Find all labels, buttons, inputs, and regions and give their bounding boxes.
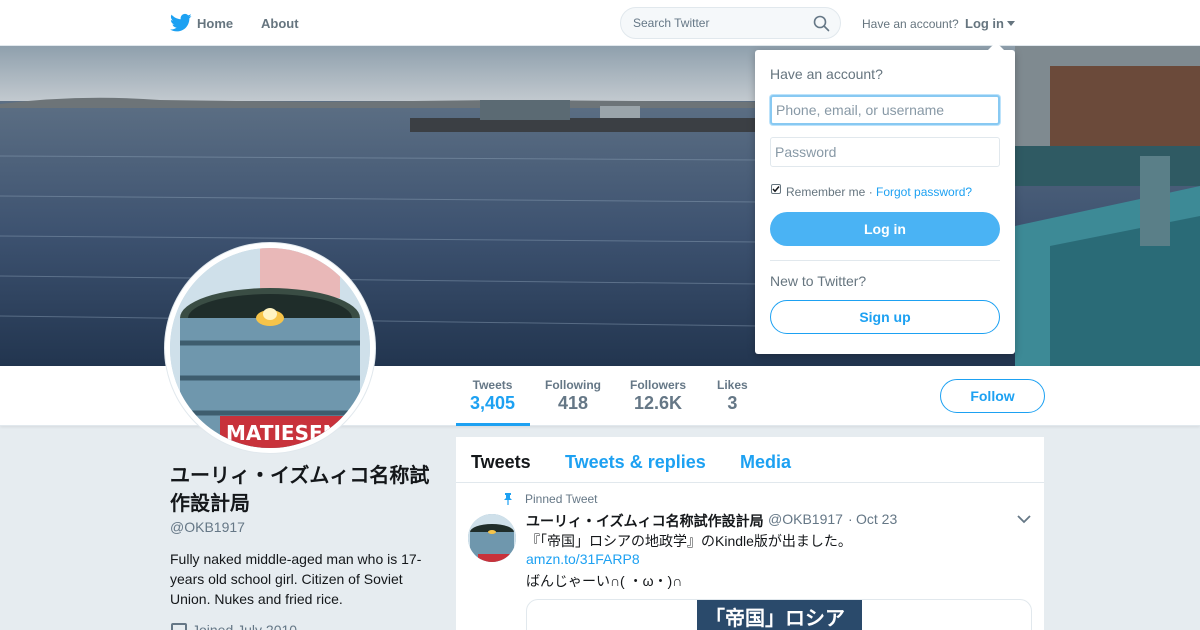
login-button[interactable]: Log in [770, 212, 1000, 246]
tab-tweets[interactable]: Tweets [471, 452, 531, 473]
stat-value: 12.6K [633, 393, 683, 413]
tweet-timestamp[interactable]: Oct 23 [856, 511, 897, 527]
signup-button[interactable]: Sign up [770, 300, 1000, 334]
profile-display-name[interactable]: ユーリィ・イズムィコ名称試作設計局 [170, 462, 440, 518]
stat-following[interactable]: Following 418 [545, 378, 601, 414]
remember-me-checkbox[interactable] [771, 184, 781, 194]
tweet-text: ばんじゃーい∩( ・ω・)∩ [526, 573, 683, 589]
stat-followers[interactable]: Followers 12.6K [630, 378, 686, 414]
tweet-link[interactable]: amzn.to/31FARP8 [526, 551, 640, 567]
forgot-password-link[interactable]: Forgot password? [876, 185, 972, 199]
tab-media[interactable]: Media [740, 452, 791, 473]
search-box [620, 7, 841, 39]
separator-dot: · [868, 185, 873, 199]
dropdown-arrow [988, 42, 1004, 50]
login-dropdown-title: Have an account? [770, 66, 883, 82]
stat-value: 3,405 [470, 393, 516, 413]
search-input[interactable] [633, 16, 803, 30]
tweet-text: 『「帝国」ロシアの地政学』のKindle版が出ました。 [526, 533, 852, 549]
profile-bio: Fully naked middle-aged man who is 17-ye… [170, 551, 422, 607]
username-field[interactable] [770, 95, 1000, 125]
have-account-text: Have an account? [862, 17, 959, 31]
calendar-icon [171, 623, 187, 630]
stat-value: 418 [557, 393, 589, 413]
profile-handle[interactable]: @OKB1917 [170, 519, 245, 535]
timeline: Tweets Tweets & replies Media Pinned Twe… [456, 437, 1044, 630]
tweet-separator: · [848, 511, 853, 527]
stat-label: Followers [630, 378, 687, 392]
avatar-barrel-text: MATIESEN [226, 421, 339, 445]
login-dropdown: Have an account? Remember me · Forgot pa… [755, 50, 1015, 354]
top-navigation-bar: Home About Have an account? Log in [0, 0, 1200, 46]
profile-avatar[interactable]: MATIESEN [165, 243, 375, 453]
remember-me-text: Remember me [786, 185, 866, 199]
stat-label: Following [545, 378, 601, 392]
stat-tweets[interactable]: Tweets 3,405 [470, 378, 515, 414]
stat-label: Tweets [472, 378, 513, 392]
tab-tweets-and-replies[interactable]: Tweets & replies [565, 452, 706, 473]
follow-button[interactable]: Follow [940, 379, 1045, 413]
tweet-media-card[interactable]: 「帝国」ロシアの [526, 599, 1032, 630]
tweet-author-name[interactable]: ユーリィ・イズムィコ名称試作設計局 [526, 511, 764, 531]
new-to-twitter-text: New to Twitter? [770, 273, 867, 289]
pinned-tweet-label: Pinned Tweet [525, 492, 598, 506]
active-stat-indicator [456, 423, 530, 426]
caret-down-icon[interactable] [1007, 21, 1015, 26]
tweet-author-handle[interactable]: @OKB1917 [768, 511, 843, 527]
search-icon[interactable] [813, 15, 830, 32]
pin-icon [504, 493, 512, 505]
stat-label: Likes [717, 378, 748, 392]
joined-date: Joined July 2010 [192, 622, 298, 630]
nav-about-link[interactable]: About [261, 16, 299, 31]
tweet-author-avatar[interactable] [468, 514, 516, 562]
chevron-down-icon[interactable] [1017, 514, 1031, 524]
stat-value: 3 [727, 393, 738, 413]
timeline-tabs: Tweets Tweets & replies Media [456, 437, 1044, 483]
stat-likes[interactable]: Likes 3 [717, 378, 748, 414]
login-dropdown-toggle[interactable]: Log in [965, 16, 1004, 31]
divider [770, 260, 1000, 261]
remember-me-label: Remember me · [786, 185, 873, 199]
nav-home-link[interactable]: Home [197, 16, 233, 31]
book-cover-image: 「帝国」ロシアの [697, 600, 862, 630]
twitter-bird-icon[interactable] [170, 13, 192, 33]
password-field[interactable] [770, 137, 1000, 167]
